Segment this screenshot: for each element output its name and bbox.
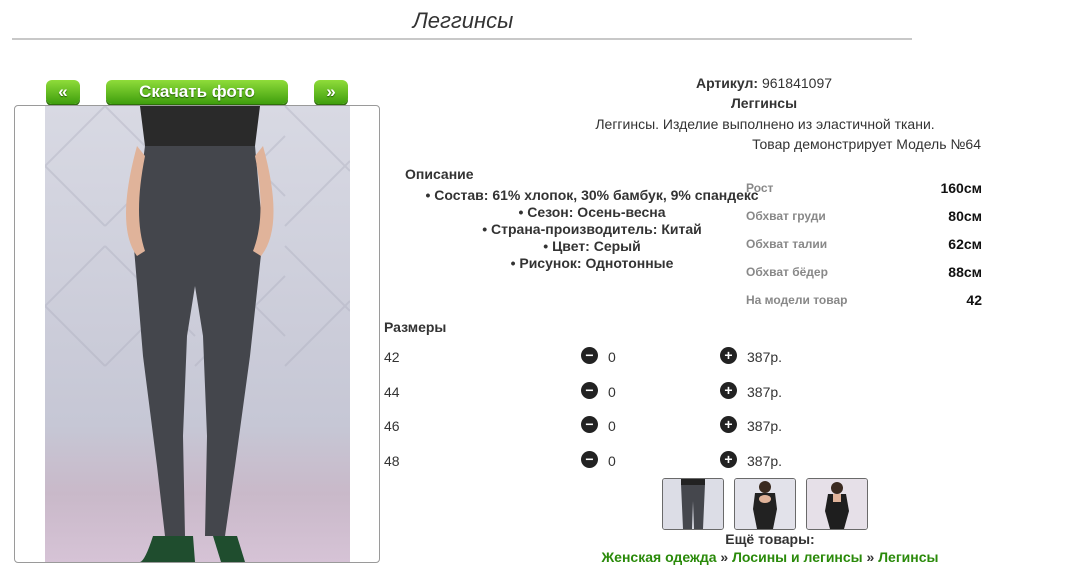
breadcrumb-link[interactable]: Лосины и легинсы bbox=[732, 549, 863, 565]
price-value: 387р. bbox=[747, 453, 783, 469]
description-item: • Цвет: Серый bbox=[543, 238, 641, 254]
article-value: 961841097 bbox=[761, 75, 833, 91]
model-measures-table: Рост 160см Обхват груди 80см Обхват тали… bbox=[746, 177, 982, 317]
product-short-description: Леггинсы. Изделие выполнено из эластично… bbox=[595, 116, 935, 132]
description-list: • Состав: 61% хлопок, 30% бамбук, 9% спа… bbox=[402, 187, 782, 272]
measure-label: Обхват груди bbox=[746, 209, 826, 223]
measure-value: 42 bbox=[966, 292, 982, 308]
price-value: 387р. bbox=[747, 384, 783, 400]
sizes-title: Размеры bbox=[384, 319, 447, 335]
price-value: 387р. bbox=[747, 418, 783, 434]
minus-circle-icon[interactable]: − bbox=[581, 451, 598, 468]
description-item: • Страна-производитель: Китай bbox=[482, 221, 702, 237]
size-label: 46 bbox=[384, 418, 400, 434]
plus-circle-icon[interactable]: + bbox=[720, 416, 737, 433]
product-photo-frame bbox=[14, 105, 380, 563]
size-row: 42 − 0 + 387р. bbox=[384, 347, 804, 367]
measure-row: Обхват груди 80см bbox=[746, 205, 982, 233]
plus-circle-icon[interactable]: + bbox=[720, 451, 737, 468]
product-name: Леггинсы bbox=[730, 95, 798, 111]
minus-circle-icon[interactable]: − bbox=[581, 347, 598, 364]
breadcrumb-separator: » bbox=[866, 549, 875, 565]
measure-row: Рост 160см bbox=[746, 177, 982, 205]
description-item: • Рисунок: Однотонные bbox=[510, 255, 674, 271]
quantity-value: 0 bbox=[608, 349, 616, 365]
product-thumbnail[interactable] bbox=[806, 478, 868, 530]
more-products-label: Ещё товары: bbox=[725, 531, 815, 547]
product-thumbnail[interactable] bbox=[734, 478, 796, 530]
leggings-illustration bbox=[45, 106, 350, 562]
measure-row: На модели товар 42 bbox=[746, 289, 982, 317]
measure-value: 88см bbox=[948, 264, 982, 280]
size-row: 46 − 0 + 387р. bbox=[384, 416, 804, 436]
measure-label: Обхват бёдер bbox=[746, 265, 828, 279]
description-item: • Состав: 61% хлопок, 30% бамбук, 9% спа… bbox=[425, 187, 759, 203]
breadcrumb: Женская одежда » Лосины и легинсы » Леги… bbox=[520, 549, 1020, 565]
next-photo-button[interactable]: » bbox=[314, 80, 348, 104]
quantity-value: 0 bbox=[608, 418, 616, 434]
size-row: 48 − 0 + 387р. bbox=[384, 451, 804, 471]
price-value: 387р. bbox=[747, 349, 783, 365]
quantity-value: 0 bbox=[608, 384, 616, 400]
title-divider bbox=[12, 38, 912, 40]
page-title: Леггинсы bbox=[412, 8, 514, 33]
description-item: • Сезон: Осень-весна bbox=[518, 204, 666, 220]
size-label: 44 bbox=[384, 384, 400, 400]
prev-photo-button[interactable]: « bbox=[46, 80, 80, 104]
breadcrumb-separator: » bbox=[720, 549, 729, 565]
plus-circle-icon[interactable]: + bbox=[720, 347, 737, 364]
measure-value: 80см bbox=[948, 208, 982, 224]
breadcrumb-link[interactable]: Легинсы bbox=[878, 549, 938, 565]
minus-circle-icon[interactable]: − bbox=[581, 382, 598, 399]
quantity-value: 0 bbox=[608, 453, 616, 469]
minus-circle-icon[interactable]: − bbox=[581, 416, 598, 433]
breadcrumb-link[interactable]: Женская одежда bbox=[602, 549, 717, 565]
article-line: Артикул: 961841097 bbox=[548, 75, 980, 91]
measure-row: Обхват талии 62см bbox=[746, 233, 982, 261]
size-label: 48 bbox=[384, 453, 400, 469]
product-thumbnail[interactable] bbox=[662, 478, 724, 530]
thumbnail-image bbox=[663, 479, 723, 529]
size-row: 44 − 0 + 387р. bbox=[384, 382, 804, 402]
size-label: 42 bbox=[384, 349, 400, 365]
measure-label: Обхват талии bbox=[746, 237, 828, 251]
measure-label: Рост bbox=[746, 181, 774, 195]
measure-row: Обхват бёдер 88см bbox=[746, 261, 982, 289]
article-label: Артикул: bbox=[695, 75, 759, 91]
model-note: Товар демонстрирует Модель №64 bbox=[752, 136, 981, 152]
product-photo[interactable] bbox=[45, 106, 350, 562]
thumbnail-image bbox=[807, 479, 867, 529]
plus-circle-icon[interactable]: + bbox=[720, 382, 737, 399]
description-title: Описание bbox=[405, 166, 474, 182]
download-photo-button[interactable]: Скачать фото bbox=[106, 80, 288, 104]
thumbnail-image bbox=[735, 479, 795, 529]
measure-label: На модели товар bbox=[746, 293, 848, 307]
measure-value: 160см bbox=[940, 180, 982, 196]
measure-value: 62см bbox=[948, 236, 982, 252]
